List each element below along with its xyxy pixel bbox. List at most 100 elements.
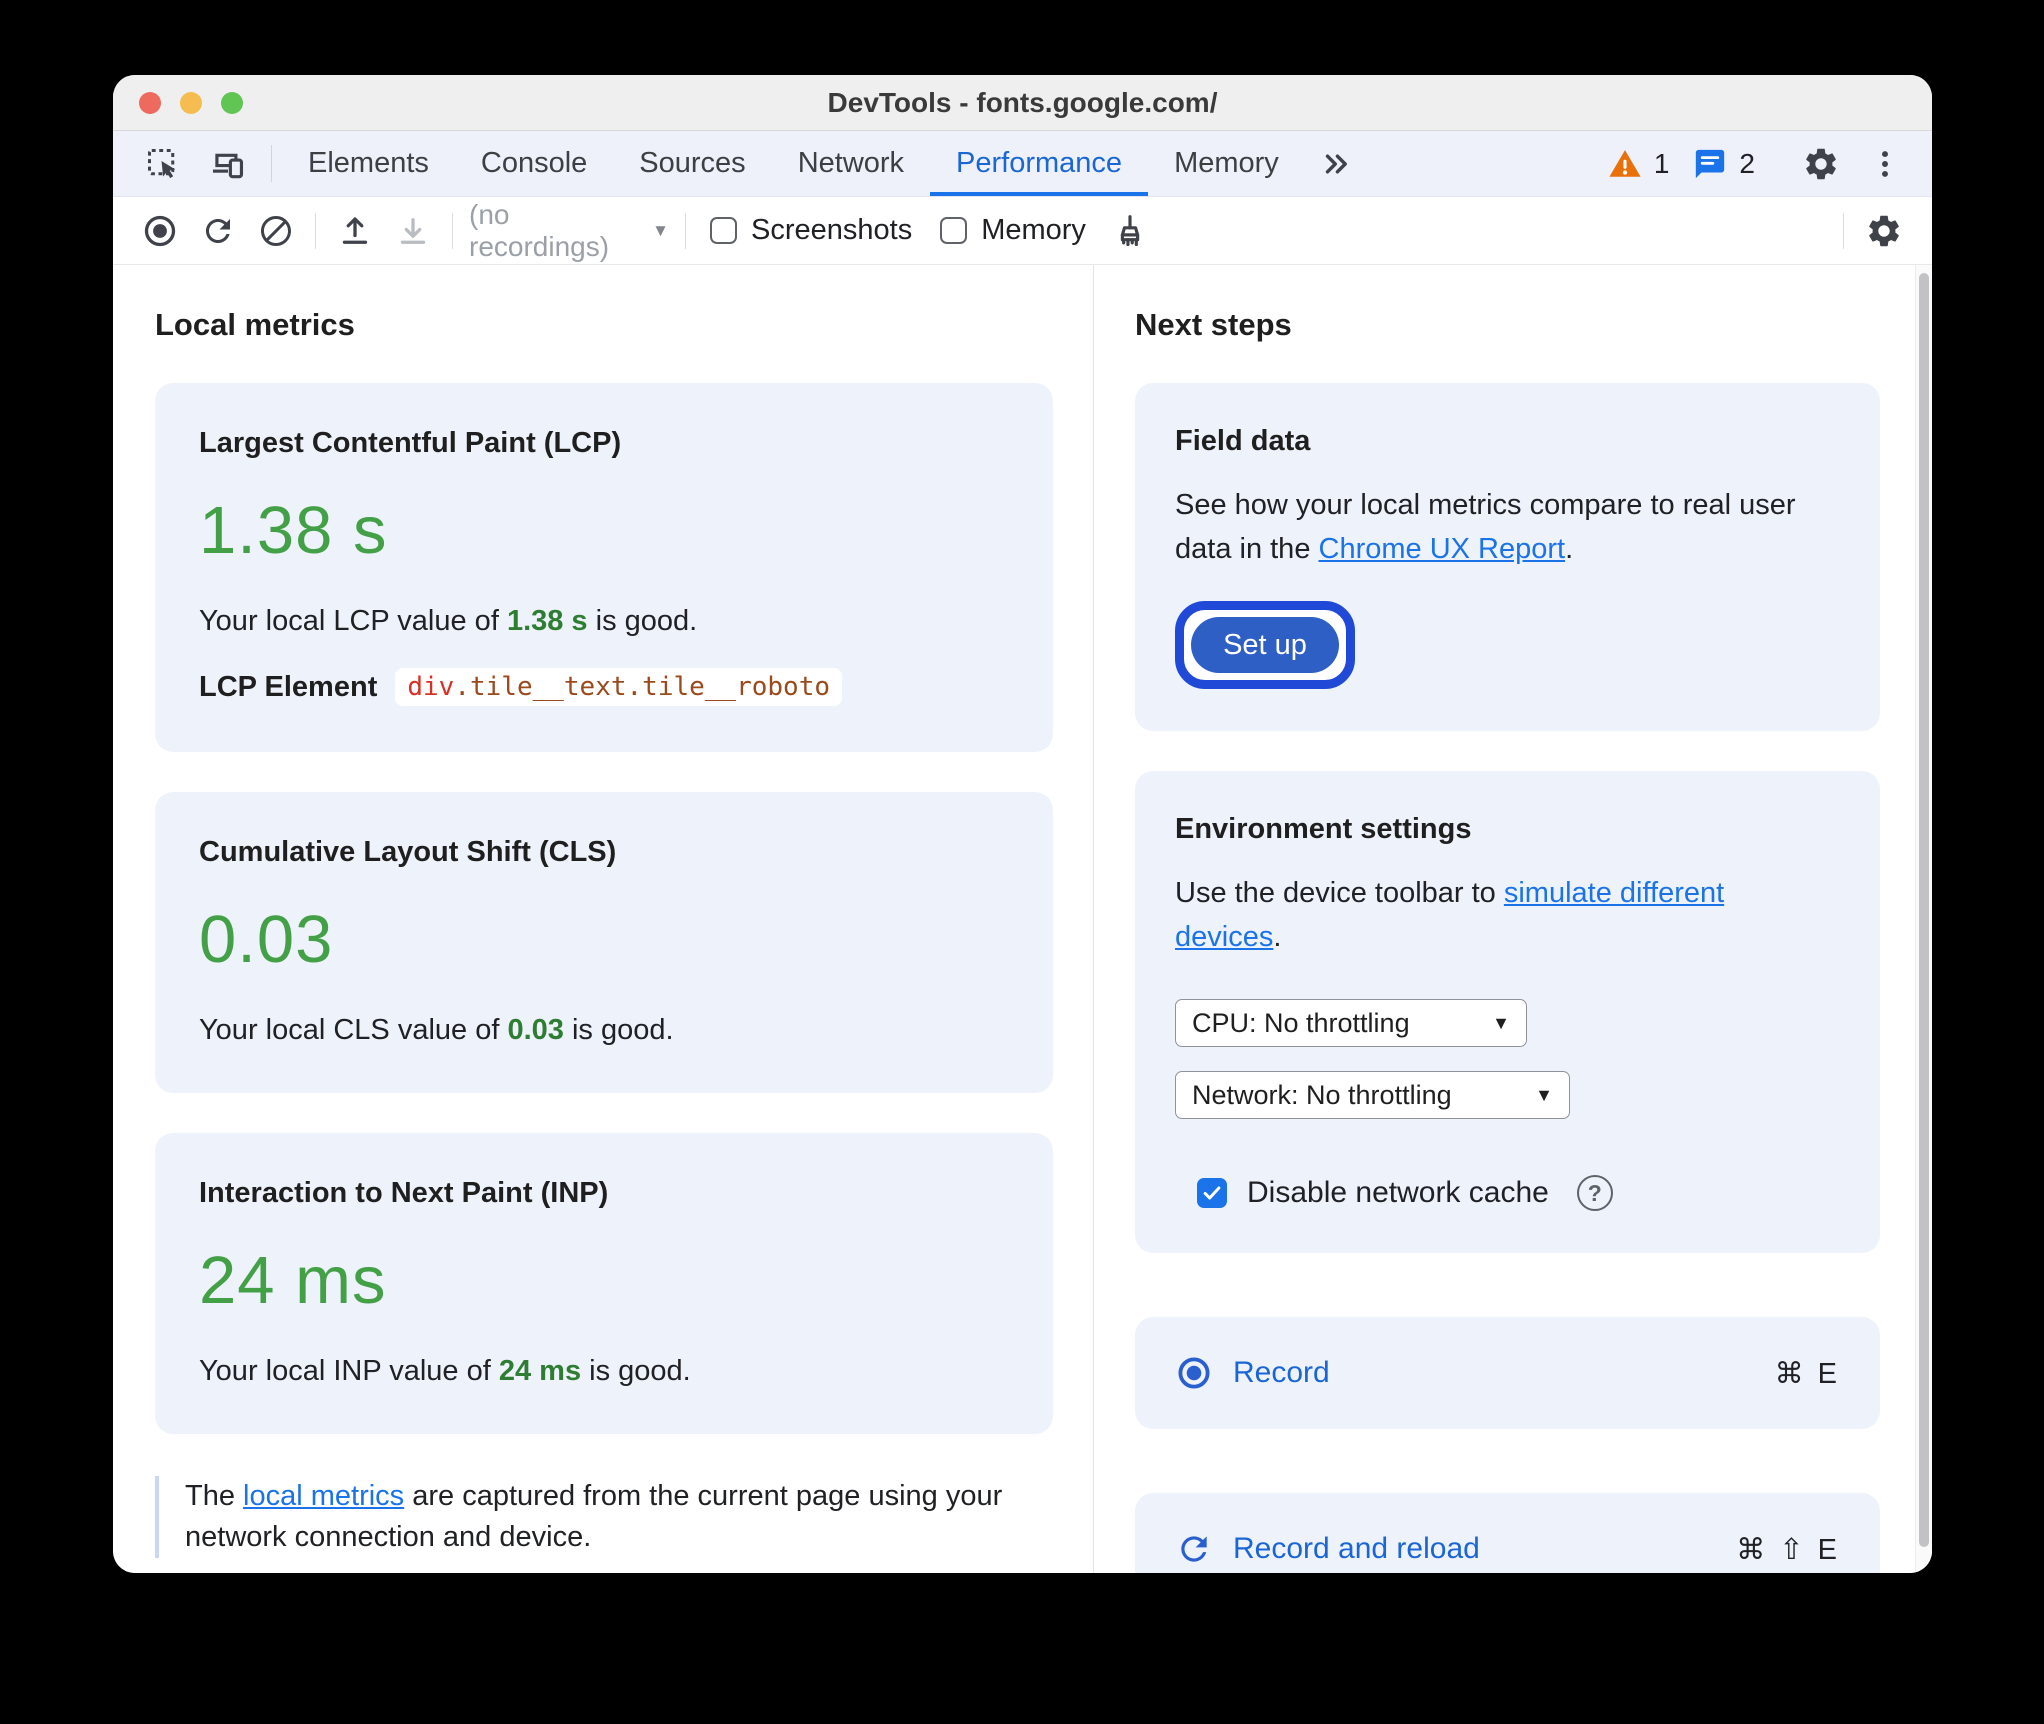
field-data-card: Field data See how your local metrics co…	[1135, 383, 1880, 731]
record-button[interactable]	[131, 213, 189, 249]
toggle-device-toolbar-button[interactable]	[195, 131, 261, 196]
desc-prefix: Your local LCP value of	[199, 605, 507, 637]
dropdown-arrow-icon: ▼	[1492, 1012, 1510, 1033]
chrome-ux-report-link[interactable]: Chrome UX Report	[1319, 533, 1566, 565]
disable-cache-checkbox[interactable]	[1197, 1178, 1227, 1208]
desc-suffix: is good.	[581, 1355, 691, 1387]
field-data-title: Field data	[1175, 425, 1311, 457]
environment-text-prefix: Use the device toolbar to	[1175, 877, 1504, 909]
cpu-throttling-select[interactable]: CPU: No throttling ▼	[1175, 999, 1527, 1047]
devtools-settings-button[interactable]	[1788, 145, 1854, 183]
tab-label: Performance	[956, 147, 1123, 179]
tab-label: Elements	[308, 147, 429, 179]
issues-message-button[interactable]: 2	[1681, 147, 1767, 181]
record-reload-action-label: Record and reload	[1233, 1532, 1480, 1565]
load-profile-button[interactable]	[326, 213, 384, 249]
record-action-card[interactable]: Record ⌘ E	[1135, 1317, 1880, 1429]
setup-button[interactable]: Set up	[1191, 617, 1339, 673]
local-metrics-heading: Local metrics	[155, 307, 355, 342]
tab-label: Sources	[639, 147, 746, 179]
chevron-double-right-icon	[1319, 147, 1353, 181]
minimize-window-button[interactable]	[180, 91, 202, 114]
collect-garbage-button[interactable]	[1100, 212, 1160, 250]
device-toolbar-icon	[209, 145, 247, 183]
cls-card: Cumulative Layout Shift (CLS) 0.03 Your …	[155, 792, 1053, 1093]
record-action-left: Record	[1175, 1354, 1330, 1392]
devtools-menu-button[interactable]	[1854, 147, 1916, 181]
field-data-text: See how your local metrics compare to re…	[1175, 484, 1820, 571]
cls-title: Cumulative Layout Shift (CLS)	[199, 836, 617, 868]
tab-memory[interactable]: Memory	[1148, 131, 1305, 196]
lcp-value: 1.38 s	[199, 493, 388, 568]
desc-prefix: Your local INP value of	[199, 1355, 499, 1387]
environment-settings-text: Use the device toolbar to simulate diffe…	[1175, 872, 1820, 959]
next-steps-heading: Next steps	[1135, 307, 1292, 342]
clear-recordings-button[interactable]	[247, 213, 305, 249]
inp-description: Your local INP value of 24 ms is good.	[199, 1355, 1009, 1388]
network-throttling-select[interactable]: Network: No throttling ▼	[1175, 1071, 1570, 1119]
memory-checkbox[interactable]	[940, 217, 968, 244]
recordings-select-value: (no recordings)	[469, 198, 610, 262]
window-title: DevTools - fonts.google.com/	[827, 86, 1218, 118]
record-action-label: Record	[1233, 1356, 1330, 1389]
message-count: 2	[1739, 147, 1755, 179]
record-reload-action-card[interactable]: Record and reload ⌘ ⇧ E	[1135, 1493, 1880, 1573]
tab-sources[interactable]: Sources	[613, 131, 771, 196]
devtools-window: DevTools - fonts.google.com/ Elements Co…	[113, 75, 1932, 1573]
garbage-brush-icon	[1111, 212, 1149, 250]
vertical-scrollbar-track[interactable]	[1915, 265, 1932, 1573]
dropdown-arrow-icon: ▼	[652, 220, 669, 240]
local-metrics-link[interactable]: local metrics	[243, 1480, 404, 1512]
screenshots-label: Screenshots	[751, 214, 913, 246]
tab-performance[interactable]: Performance	[930, 131, 1149, 196]
record-shortcut: ⌘ E	[1774, 1357, 1840, 1390]
lcp-description: Your local LCP value of 1.38 s is good.	[199, 605, 1009, 638]
tab-network[interactable]: Network	[772, 131, 930, 196]
inspect-element-button[interactable]	[131, 131, 195, 196]
next-steps-column: Next steps Field data See how your local…	[1135, 265, 1880, 1573]
lcp-element-link[interactable]: div.tile__text.tile__roboto	[395, 668, 843, 706]
save-profile-button[interactable]	[384, 213, 442, 249]
element-classes: .tile__text.tile__roboto	[454, 672, 831, 702]
block-icon	[258, 213, 294, 249]
more-tabs-button[interactable]	[1305, 131, 1367, 196]
screenshots-checkbox[interactable]	[710, 217, 737, 244]
disable-cache-row: Disable network cache ?	[1197, 1175, 1840, 1211]
tab-elements[interactable]: Elements	[282, 131, 455, 196]
desc-suffix: is good.	[563, 1014, 674, 1046]
local-metrics-footnote: The local metrics are captured from the …	[155, 1476, 1025, 1559]
inp-value: 24 ms	[199, 1243, 387, 1318]
desc-prefix: Your local CLS value of	[199, 1014, 508, 1046]
record-reload-shortcut: ⌘ ⇧ E	[1736, 1533, 1840, 1566]
inspect-cursor-icon	[145, 146, 181, 182]
cls-description: Your local CLS value of 0.03 is good.	[199, 1014, 1009, 1047]
desc-value: 0.03	[507, 1014, 564, 1046]
recordings-select[interactable]: (no recordings) ▼	[469, 199, 669, 263]
help-icon[interactable]: ?	[1576, 1175, 1613, 1211]
close-window-button[interactable]	[139, 91, 161, 114]
zoom-window-button[interactable]	[221, 91, 243, 114]
warning-triangle-icon	[1608, 147, 1642, 181]
issues-warning-button[interactable]: 1	[1596, 147, 1682, 181]
toolbar-divider	[452, 212, 453, 249]
screenshots-checkbox-row[interactable]: Screenshots	[696, 214, 926, 247]
tab-label: Console	[480, 147, 588, 179]
record-and-reload-button[interactable]	[189, 213, 247, 249]
setup-button-focus-ring: Set up	[1175, 601, 1355, 689]
warning-count: 1	[1653, 147, 1670, 179]
capture-settings-button[interactable]	[1854, 212, 1914, 250]
vertical-scrollbar-thumb[interactable]	[1919, 273, 1929, 1547]
checkmark-icon	[1203, 1186, 1221, 1200]
record-reload-action-left: Record and reload	[1175, 1530, 1480, 1568]
memory-checkbox-row[interactable]: Memory	[926, 214, 1100, 247]
kebab-menu-icon	[1868, 147, 1902, 181]
lcp-title: Largest Contentful Paint (LCP)	[199, 427, 622, 459]
chat-bubble-icon	[1693, 147, 1727, 181]
tab-console[interactable]: Console	[455, 131, 613, 196]
network-throttling-value: Network: No throttling	[1192, 1079, 1452, 1110]
desc-value: 24 ms	[498, 1355, 582, 1387]
reload-icon	[1175, 1530, 1213, 1568]
desc-value: 1.38 s	[506, 605, 588, 637]
lcp-element-label: LCP Element	[199, 670, 378, 703]
local-metrics-column: Local metrics Largest Contentful Paint (…	[155, 265, 1053, 1559]
